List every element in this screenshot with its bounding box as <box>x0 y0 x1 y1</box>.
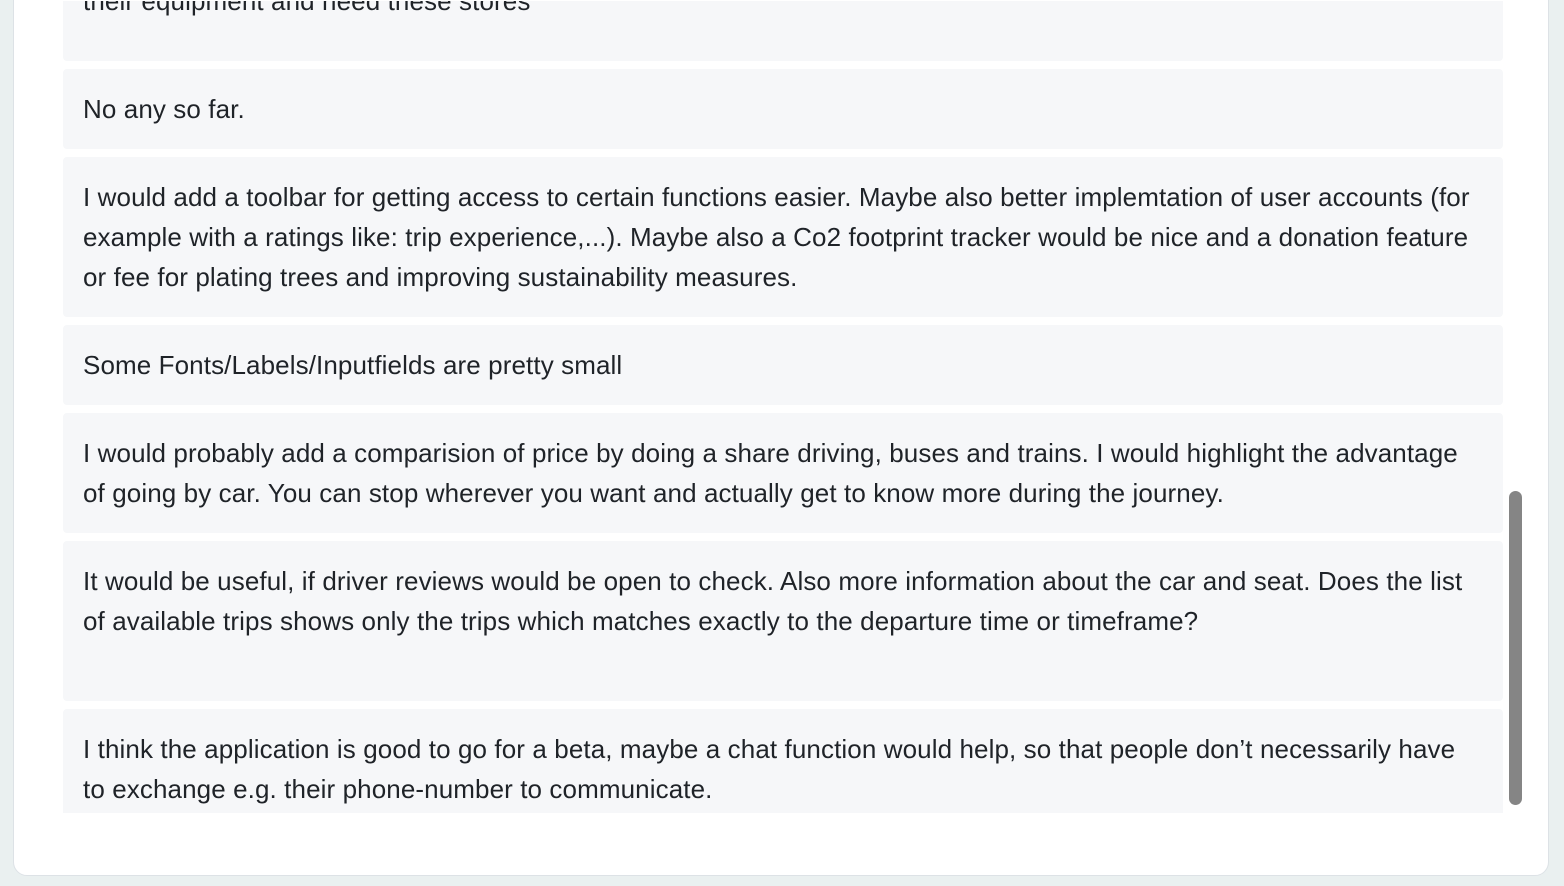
response-text: I would probably add a comparision of pr… <box>83 438 1458 508</box>
responses-panel: their equipment and need these stores No… <box>13 0 1549 876</box>
response-text: No any so far. <box>83 94 245 124</box>
response-item: their equipment and need these stores <box>63 1 1503 61</box>
response-item: I would probably add a comparision of pr… <box>63 413 1503 533</box>
response-item: No any so far. <box>63 69 1503 149</box>
response-item: Some Fonts/Labels/Inputfields are pretty… <box>63 325 1503 405</box>
response-item: I think the application is good to go fo… <box>63 709 1503 813</box>
response-text: Some Fonts/Labels/Inputfields are pretty… <box>83 350 623 380</box>
response-text: It would be useful, if driver reviews wo… <box>83 566 1463 636</box>
response-text: their equipment and need these stores <box>83 1 531 16</box>
responses-list[interactable]: their equipment and need these stores No… <box>63 1 1503 813</box>
vertical-scrollbar[interactable] <box>1507 1 1523 813</box>
response-item: It would be useful, if driver reviews wo… <box>63 541 1503 701</box>
response-text: I would add a toolbar for getting access… <box>83 182 1470 292</box>
response-item: I would add a toolbar for getting access… <box>63 157 1503 317</box>
scrollbar-thumb[interactable] <box>1509 491 1522 805</box>
response-text: I think the application is good to go fo… <box>83 734 1456 804</box>
